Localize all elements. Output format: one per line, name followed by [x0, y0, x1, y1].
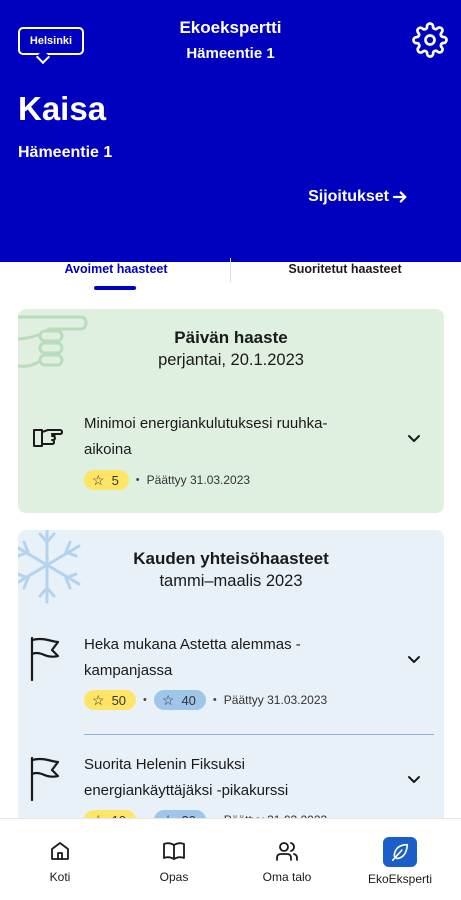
- community-points-badge: ☆ 40: [153, 690, 206, 710]
- points-value: 50: [111, 692, 127, 708]
- daily-meta: ☆ 5 • Päättyy 31.03.2023: [84, 470, 250, 490]
- tab-open-challenges[interactable]: Avoimet haasteet: [18, 262, 214, 276]
- points-badge: ☆ 50: [84, 690, 137, 710]
- nav-label: Koti: [49, 870, 71, 884]
- active-tab-indicator: [94, 286, 136, 290]
- arrow-right-icon: [392, 191, 407, 203]
- pointing-hand-icon: [33, 429, 63, 447]
- rankings-label: Sijoitukset: [308, 188, 389, 205]
- app-title: Ekoekspertti: [179, 18, 282, 37]
- user-name: Kaisa: [18, 90, 107, 127]
- nav-label: Oma talo: [262, 870, 312, 884]
- season-challenge-1-text: Heka mukana Astetta alemmas -kampanjassa: [84, 636, 301, 679]
- separator-dot: •: [212, 694, 217, 706]
- daily-challenge-card: Päivän haaste perjantai, 20.1.2023 Minim…: [18, 309, 444, 513]
- tab-completed-challenges[interactable]: Suoritetut haasteet: [240, 262, 450, 276]
- star-icon: ☆: [92, 692, 105, 708]
- settings-gear-icon[interactable]: [412, 22, 448, 58]
- season-challenge-2-text: Suorita Helenin Fiksuksi energiankäyttäj…: [84, 756, 289, 799]
- end-date: Päättyy 31.03.2023: [146, 473, 251, 487]
- points-value: 5: [111, 472, 119, 488]
- challenge-divider: [84, 734, 434, 735]
- nav-item-eco-expert[interactable]: EkoEksperti: [350, 837, 450, 886]
- points-badge: ☆ 5: [84, 470, 129, 490]
- star-icon: ☆: [161, 692, 175, 708]
- chevron-down-icon[interactable]: [406, 430, 422, 446]
- app-header: Helsinki Ekoekspertti Hämeentie 1 Kaisa …: [0, 0, 461, 262]
- flag-icon: [30, 756, 60, 802]
- bottom-navigation: Koti Opas Oma talo EkoEksperti: [0, 818, 461, 900]
- separator-dot: •: [135, 474, 140, 486]
- daily-date: perjantai, 20.1.2023: [158, 351, 304, 369]
- nav-item-my-house[interactable]: Oma talo: [237, 839, 337, 884]
- daily-challenge-text: Minimoi energiankulutuksesi ruuhka-aikoi…: [84, 415, 328, 458]
- snowflake-icon: [18, 530, 81, 604]
- book-icon: [163, 842, 185, 860]
- active-nav-indicator: [383, 837, 417, 867]
- chevron-down-icon[interactable]: [406, 771, 422, 787]
- app-subtitle: Hämeentie 1: [186, 45, 275, 62]
- nav-label: EkoEksperti: [367, 872, 433, 886]
- nav-label: Opas: [159, 870, 189, 884]
- end-date: Päättyy 31.03.2023: [223, 693, 328, 707]
- flag-icon: [30, 636, 60, 682]
- season-challenge-1-meta: ☆ 50 • ☆ 40 • Päättyy 31.03.2023: [84, 690, 327, 710]
- season-period: tammi–maalis 2023: [159, 572, 303, 590]
- home-icon: [51, 842, 69, 860]
- season-challenges-card: Kauden yhteisöhaasteet tammi–maalis 2023…: [18, 530, 444, 830]
- daily-title: Päivän haaste: [174, 328, 288, 347]
- challenge-tabs: Avoimet haasteet Suoritetut haasteet: [0, 254, 461, 294]
- people-icon: [276, 842, 298, 861]
- community-points-value: 40: [181, 692, 196, 708]
- user-address: Hämeentie 1: [18, 144, 113, 161]
- tab-divider: [230, 258, 231, 282]
- nav-item-guide[interactable]: Opas: [124, 839, 224, 884]
- rankings-link[interactable]: Sijoitukset: [308, 188, 409, 206]
- separator-dot: •: [143, 694, 147, 706]
- season-title: Kauden yhteisöhaasteet: [133, 549, 329, 568]
- chevron-down-icon[interactable]: [406, 651, 422, 667]
- nav-item-home[interactable]: Koti: [10, 839, 110, 884]
- star-icon: ☆: [92, 472, 105, 488]
- leaf-icon: [391, 843, 409, 862]
